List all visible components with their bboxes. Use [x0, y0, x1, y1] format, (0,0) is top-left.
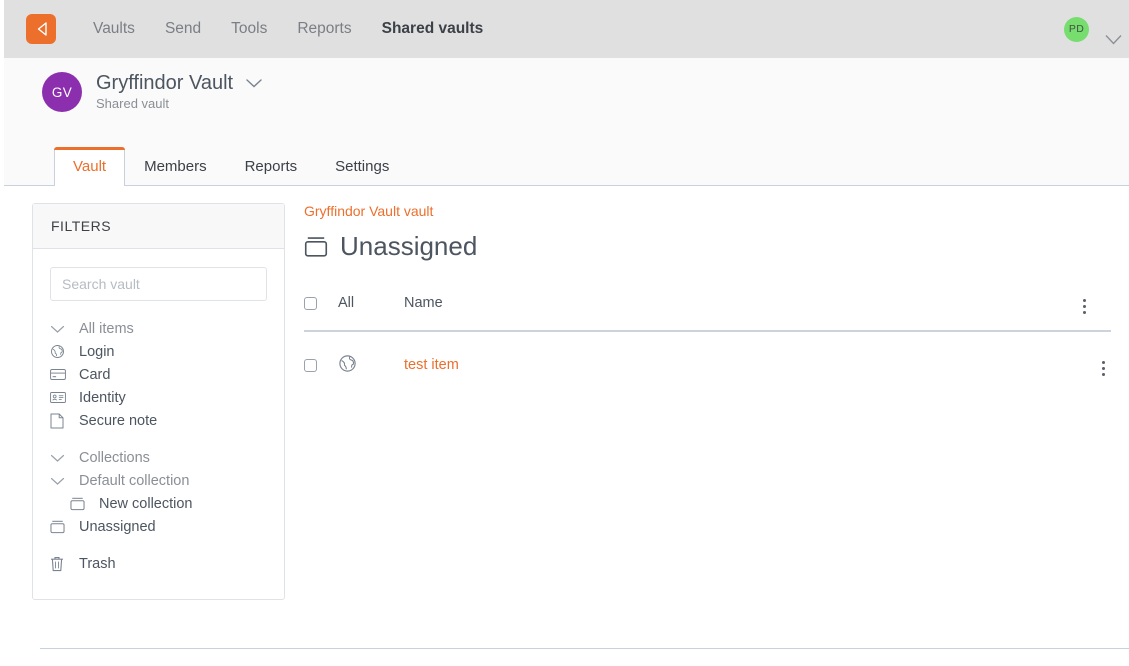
chevron-down-icon: [50, 324, 70, 334]
tab-settings[interactable]: Settings: [316, 147, 408, 186]
sidebar-item-label: Default collection: [79, 472, 190, 489]
sidebar-item-label: Secure note: [79, 412, 158, 429]
nav-link-send[interactable]: Send: [150, 14, 216, 44]
nav-link-shared-vaults[interactable]: Shared vaults: [367, 14, 499, 44]
row-checkbox-cell: [304, 331, 338, 392]
chevron-down-icon: [50, 453, 70, 463]
sidebar-item-label: Login: [79, 343, 115, 360]
filter-group-types: All items Login Card Identity Secure not…: [50, 317, 267, 432]
select-all-label: All: [338, 290, 404, 332]
chevron-down-icon[interactable]: [1097, 25, 1122, 44]
vault-avatar: GV: [42, 72, 82, 112]
filter-group-trash: Trash: [50, 552, 267, 575]
sidebar-item-trash[interactable]: Trash: [50, 552, 267, 575]
sidebar-item-collections[interactable]: Collections: [50, 446, 267, 469]
credit-card-icon: [50, 368, 70, 381]
account-menu[interactable]: PD: [1064, 16, 1122, 44]
table-options-cell: [1077, 290, 1111, 332]
tab-vault[interactable]: Vault: [54, 147, 126, 187]
sidebar-item-new-collection[interactable]: New collection: [50, 492, 267, 515]
sidebar-item-label: Identity: [79, 389, 126, 406]
trash-icon: [50, 556, 70, 572]
collection-title-text: Unassigned: [340, 231, 478, 261]
nav-link-tools[interactable]: Tools: [216, 14, 282, 44]
row-options-cell: [1077, 331, 1111, 392]
vault-header: GV Gryffindor Vault Shared vault Vault M…: [4, 58, 1129, 187]
collection-icon: [70, 497, 90, 511]
sidebar-item-login[interactable]: Login: [50, 340, 267, 363]
sidebar-item-label: Unassigned: [79, 518, 156, 535]
bitwarden-shield-icon[interactable]: [26, 14, 56, 44]
collection-title: Unassigned: [304, 231, 1111, 262]
sidebar-item-label: Trash: [79, 555, 116, 572]
item-link[interactable]: test item: [404, 357, 459, 373]
kebab-menu-icon[interactable]: [1077, 297, 1092, 316]
row-checkbox[interactable]: [304, 358, 317, 372]
globe-icon: [338, 354, 357, 373]
vault-identity: GV Gryffindor Vault Shared vault: [42, 72, 263, 112]
sidebar-item-default-collection[interactable]: Default collection: [50, 469, 267, 492]
select-all-checkbox[interactable]: [304, 296, 317, 310]
globe-icon: [50, 344, 70, 359]
column-header-name: Name: [404, 290, 1077, 332]
items-table: All Name test item: [304, 290, 1111, 392]
sidebar-item-identity[interactable]: Identity: [50, 386, 267, 409]
tab-reports[interactable]: Reports: [226, 147, 317, 186]
content-area: FILTERS All items L: [4, 187, 1129, 666]
vault-subtitle: Shared vault: [96, 96, 169, 112]
table-row: test item: [304, 331, 1111, 392]
id-card-icon: [50, 391, 70, 404]
nav-link-reports[interactable]: Reports: [282, 14, 366, 44]
chevron-down-icon[interactable]: [245, 77, 263, 89]
note-icon: [50, 413, 70, 429]
primary-nav-links: Vaults Send Tools Reports Shared vaults: [78, 14, 498, 44]
table-header-row: All Name: [304, 290, 1111, 332]
kebab-menu-icon[interactable]: [1096, 359, 1111, 378]
sidebar-item-unassigned[interactable]: Unassigned: [50, 515, 267, 538]
collection-icon: [50, 520, 70, 534]
main-panel: Gryffindor Vault vault Unassigned All Na…: [304, 203, 1111, 392]
top-navigation-bar: Vaults Send Tools Reports Shared vaults …: [4, 0, 1129, 58]
sidebar-item-card[interactable]: Card: [50, 363, 267, 386]
tab-members[interactable]: Members: [125, 147, 226, 186]
filters-panel: FILTERS All items L: [32, 203, 285, 600]
filters-header: FILTERS: [33, 204, 284, 249]
breadcrumb[interactable]: Gryffindor Vault vault: [304, 203, 1111, 219]
search-input[interactable]: [50, 267, 267, 301]
footer-divider: [40, 648, 1129, 649]
row-name-cell: test item: [404, 331, 1077, 392]
sidebar-item-label: Card: [79, 366, 111, 383]
avatar[interactable]: PD: [1064, 16, 1089, 42]
chevron-down-icon: [50, 476, 70, 486]
page-title: Gryffindor Vault: [96, 72, 234, 95]
nav-link-vaults[interactable]: Vaults: [78, 14, 150, 44]
sidebar-item-all-items[interactable]: All items: [50, 317, 267, 340]
row-type-icon-cell: [338, 331, 404, 392]
sidebar-item-label: All items: [79, 320, 134, 337]
vault-tabs: Vault Members Reports Settings: [54, 147, 408, 187]
sidebar-item-label: New collection: [99, 495, 193, 512]
sidebar-item-secure-note[interactable]: Secure note: [50, 409, 267, 432]
select-all-checkbox-cell: [304, 290, 338, 332]
sidebar-item-label: Collections: [79, 449, 150, 466]
collection-icon: [304, 236, 328, 258]
filter-group-collections: Collections Default collection New colle…: [50, 446, 267, 538]
